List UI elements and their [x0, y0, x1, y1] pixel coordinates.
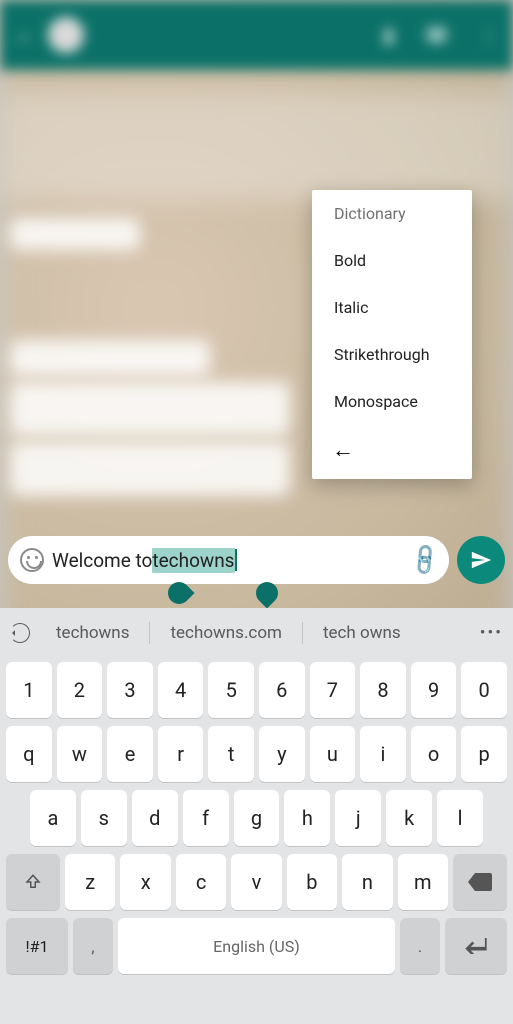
suggestion-item[interactable]: techowns	[40, 623, 145, 643]
enter-icon	[465, 938, 487, 954]
suggestion-refresh-icon[interactable]	[10, 623, 30, 643]
key-l[interactable]: l	[437, 790, 483, 846]
message-text[interactable]: Welcome to techowns	[52, 548, 237, 573]
key-m[interactable]: m	[398, 854, 448, 910]
key-g[interactable]: g	[234, 790, 280, 846]
send-button[interactable]	[457, 536, 505, 584]
key-i[interactable]: i	[360, 726, 406, 782]
keyboard: techowns techowns.com tech owns ••• 1 2 …	[0, 608, 513, 1024]
key-v[interactable]: v	[231, 854, 281, 910]
message-text-prefix: Welcome to	[52, 549, 152, 572]
key-backspace[interactable]	[453, 854, 507, 910]
key-shift[interactable]	[6, 854, 60, 910]
message-bubble	[10, 442, 290, 496]
media-row	[0, 90, 513, 200]
key-q[interactable]: q	[6, 726, 52, 782]
key-p[interactable]: p	[461, 726, 507, 782]
shift-icon	[24, 873, 42, 891]
key-s[interactable]: s	[81, 790, 127, 846]
key-row-5: !#1 , English (US) .	[0, 914, 513, 978]
menu-item-italic[interactable]: Italic	[312, 284, 472, 331]
key-8[interactable]: 8	[360, 662, 406, 718]
menu-item-strikethrough[interactable]: Strikethrough	[312, 331, 472, 378]
suggestion-bar: techowns techowns.com tech owns •••	[0, 608, 513, 658]
key-b[interactable]: b	[287, 854, 337, 910]
key-d[interactable]: d	[132, 790, 178, 846]
avatar[interactable]	[48, 17, 84, 53]
message-text-selection: techowns	[152, 548, 234, 573]
chat-header: ← ▮ ☎ ⋮	[0, 0, 513, 70]
suggestion-separator	[302, 622, 303, 644]
key-u[interactable]: u	[310, 726, 356, 782]
backspace-icon	[468, 873, 492, 891]
key-row-3: a s d f g h j k l	[0, 786, 513, 850]
suggestion-item[interactable]: tech owns	[307, 623, 417, 643]
key-enter[interactable]	[445, 918, 507, 974]
key-row-1: 1 2 3 4 5 6 7 8 9 0	[0, 658, 513, 722]
key-4[interactable]: 4	[158, 662, 204, 718]
message-bubble	[10, 340, 210, 376]
more-icon[interactable]: ⋮	[479, 23, 499, 47]
menu-item-bold[interactable]: Bold	[312, 237, 472, 284]
key-z[interactable]: z	[65, 854, 115, 910]
key-7[interactable]: 7	[310, 662, 356, 718]
key-x[interactable]: x	[120, 854, 170, 910]
key-2[interactable]: 2	[57, 662, 103, 718]
key-0[interactable]: 0	[461, 662, 507, 718]
key-r[interactable]: r	[158, 726, 204, 782]
suggestion-more-icon[interactable]: •••	[480, 623, 503, 643]
attach-icon[interactable]: 🔗	[407, 542, 444, 579]
key-1[interactable]: 1	[6, 662, 52, 718]
key-t[interactable]: t	[208, 726, 254, 782]
key-symbols[interactable]: !#1	[6, 918, 68, 974]
key-j[interactable]: j	[335, 790, 381, 846]
menu-item-dictionary[interactable]: Dictionary	[312, 198, 472, 237]
menu-item-monospace[interactable]: Monospace	[312, 378, 472, 425]
key-k[interactable]: k	[386, 790, 432, 846]
message-input-row: Welcome to techowns 🔗	[8, 536, 505, 584]
menu-back-icon[interactable]: ←	[312, 425, 472, 471]
text-cursor	[235, 549, 237, 571]
key-o[interactable]: o	[411, 726, 457, 782]
key-y[interactable]: y	[259, 726, 305, 782]
key-3[interactable]: 3	[107, 662, 153, 718]
voice-call-icon[interactable]: ☎	[424, 23, 449, 47]
key-e[interactable]: e	[107, 726, 153, 782]
key-w[interactable]: w	[57, 726, 103, 782]
key-h[interactable]: h	[284, 790, 330, 846]
key-9[interactable]: 9	[411, 662, 457, 718]
key-comma[interactable]: ,	[73, 918, 113, 974]
key-5[interactable]: 5	[208, 662, 254, 718]
message-input[interactable]: Welcome to techowns 🔗	[8, 536, 449, 584]
send-icon	[470, 549, 492, 571]
key-row-2: q w e r t y u i o p	[0, 722, 513, 786]
back-icon[interactable]: ←	[14, 22, 36, 48]
key-c[interactable]: c	[176, 854, 226, 910]
key-n[interactable]: n	[342, 854, 392, 910]
key-a[interactable]: a	[30, 790, 76, 846]
message-bubble	[10, 382, 290, 436]
video-call-icon[interactable]: ▮	[383, 23, 394, 47]
message-bubble	[10, 218, 140, 250]
key-f[interactable]: f	[183, 790, 229, 846]
emoji-icon[interactable]	[20, 548, 44, 572]
key-row-4: z x c v b n m	[0, 850, 513, 914]
text-format-menu: Dictionary Bold Italic Strikethrough Mon…	[312, 190, 472, 479]
suggestion-item[interactable]: techowns.com	[154, 623, 297, 643]
key-space[interactable]: English (US)	[118, 918, 395, 974]
key-period[interactable]: .	[400, 918, 440, 974]
suggestion-separator	[149, 622, 150, 644]
key-6[interactable]: 6	[259, 662, 305, 718]
